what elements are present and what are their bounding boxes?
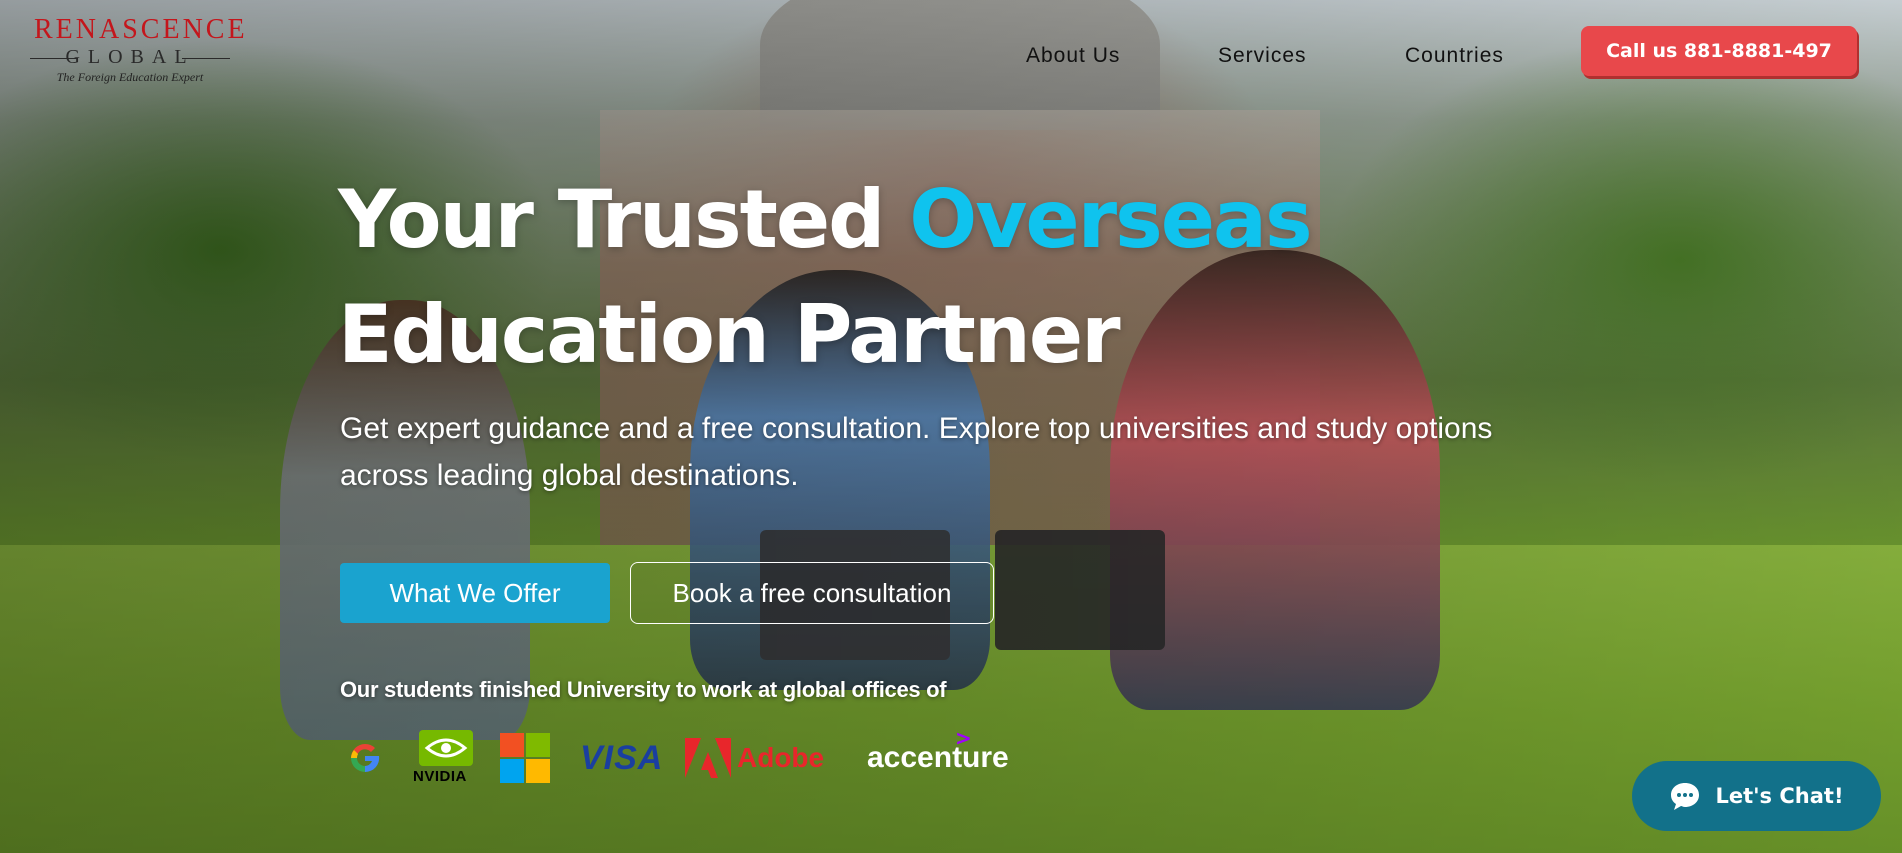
students-line: Our students finished University to work… — [340, 677, 947, 702]
chat-button[interactable]: Let's Chat! — [1632, 761, 1881, 831]
accenture-logo: > accenture — [867, 726, 1017, 788]
adobe-label: Adobe — [737, 742, 825, 773]
headline-part1: Your Trusted — [338, 173, 910, 266]
logo-brand-top: RENASCENCE — [34, 14, 248, 45]
call-button[interactable]: Call us 881-8881-497 — [1581, 26, 1857, 76]
logo-brand-bottom: GLOBAL — [30, 46, 230, 69]
visa-label: VISA — [580, 738, 664, 777]
adobe-icon: Adobe — [685, 728, 845, 788]
headline-part2: Education Partner — [338, 288, 1121, 381]
google-icon — [345, 728, 387, 788]
nav-countries[interactable]: Countries — [1405, 44, 1504, 68]
microsoft-icon — [500, 728, 552, 788]
book-consultation-button[interactable]: Book a free consultation — [630, 562, 994, 624]
logo-tagline: The Foreign Education Expert — [56, 70, 204, 84]
partner-logos: NVIDIA VISA Adobe > accenture — [345, 726, 1025, 788]
visa-logo: VISA — [580, 728, 680, 788]
hero-subtext: Get expert guidance and a free consultat… — [340, 412, 1493, 492]
accenture-chevron-icon: > — [955, 726, 972, 750]
accenture-label: accenture — [867, 741, 1009, 774]
chat-bubble-icon — [1671, 783, 1700, 810]
headline-accent: Overseas — [909, 173, 1312, 266]
chat-label: Let's Chat! — [1715, 784, 1844, 808]
hero-headline: Your Trusted Overseas Education Partner — [338, 162, 1438, 392]
brand-logo[interactable]: RENASCENCE GLOBAL The Foreign Education … — [30, 14, 248, 86]
nav-about-us[interactable]: About Us — [1026, 44, 1120, 68]
nvidia-label: NVIDIA — [413, 768, 467, 785]
what-we-offer-button[interactable]: What We Offer — [340, 563, 610, 623]
nvidia-icon: NVIDIA — [413, 728, 483, 788]
nav-services[interactable]: Services — [1218, 44, 1307, 68]
